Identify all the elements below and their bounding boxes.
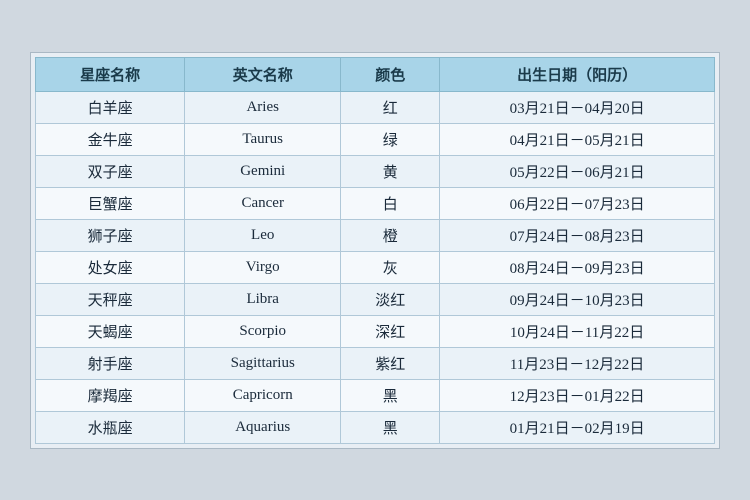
cell-english: Gemini — [185, 155, 341, 187]
cell-chinese: 天秤座 — [36, 283, 185, 315]
cell-color: 黄 — [341, 155, 440, 187]
cell-english: Cancer — [185, 187, 341, 219]
cell-color: 白 — [341, 187, 440, 219]
cell-dates: 11月23日－12月22日 — [440, 347, 715, 379]
cell-dates: 10月24日－11月22日 — [440, 315, 715, 347]
cell-chinese: 摩羯座 — [36, 379, 185, 411]
cell-chinese: 射手座 — [36, 347, 185, 379]
cell-dates: 05月22日－06月21日 — [440, 155, 715, 187]
cell-color: 黑 — [341, 411, 440, 443]
cell-dates: 07月24日－08月23日 — [440, 219, 715, 251]
table-row: 水瓶座Aquarius黑01月21日－02月19日 — [36, 411, 715, 443]
table-row: 天秤座Libra淡红09月24日－10月23日 — [36, 283, 715, 315]
header-english: 英文名称 — [185, 57, 341, 91]
cell-chinese: 双子座 — [36, 155, 185, 187]
cell-english: Aries — [185, 91, 341, 123]
cell-chinese: 狮子座 — [36, 219, 185, 251]
table-header-row: 星座名称 英文名称 颜色 出生日期（阳历） — [36, 57, 715, 91]
cell-color: 淡红 — [341, 283, 440, 315]
header-dates: 出生日期（阳历） — [440, 57, 715, 91]
cell-dates: 06月22日－07月23日 — [440, 187, 715, 219]
table-row: 天蝎座Scorpio深红10月24日－11月22日 — [36, 315, 715, 347]
table-row: 摩羯座Capricorn黑12月23日－01月22日 — [36, 379, 715, 411]
cell-english: Sagittarius — [185, 347, 341, 379]
cell-english: Leo — [185, 219, 341, 251]
table-row: 射手座Sagittarius紫红11月23日－12月22日 — [36, 347, 715, 379]
cell-dates: 12月23日－01月22日 — [440, 379, 715, 411]
cell-chinese: 水瓶座 — [36, 411, 185, 443]
cell-english: Scorpio — [185, 315, 341, 347]
cell-color: 红 — [341, 91, 440, 123]
cell-english: Capricorn — [185, 379, 341, 411]
cell-dates: 09月24日－10月23日 — [440, 283, 715, 315]
header-chinese: 星座名称 — [36, 57, 185, 91]
cell-color: 灰 — [341, 251, 440, 283]
table-body: 白羊座Aries红03月21日－04月20日金牛座Taurus绿04月21日－0… — [36, 91, 715, 443]
table-row: 狮子座Leo橙07月24日－08月23日 — [36, 219, 715, 251]
table-row: 金牛座Taurus绿04月21日－05月21日 — [36, 123, 715, 155]
cell-chinese: 巨蟹座 — [36, 187, 185, 219]
table-row: 巨蟹座Cancer白06月22日－07月23日 — [36, 187, 715, 219]
cell-color: 深红 — [341, 315, 440, 347]
cell-chinese: 金牛座 — [36, 123, 185, 155]
cell-english: Aquarius — [185, 411, 341, 443]
cell-color: 紫红 — [341, 347, 440, 379]
cell-color: 黑 — [341, 379, 440, 411]
cell-chinese: 处女座 — [36, 251, 185, 283]
cell-chinese: 白羊座 — [36, 91, 185, 123]
cell-dates: 03月21日－04月20日 — [440, 91, 715, 123]
header-color: 颜色 — [341, 57, 440, 91]
table-row: 白羊座Aries红03月21日－04月20日 — [36, 91, 715, 123]
cell-english: Virgo — [185, 251, 341, 283]
zodiac-table: 星座名称 英文名称 颜色 出生日期（阳历） 白羊座Aries红03月21日－04… — [35, 57, 715, 444]
cell-english: Taurus — [185, 123, 341, 155]
table-row: 双子座Gemini黄05月22日－06月21日 — [36, 155, 715, 187]
cell-color: 绿 — [341, 123, 440, 155]
cell-chinese: 天蝎座 — [36, 315, 185, 347]
table-row: 处女座Virgo灰08月24日－09月23日 — [36, 251, 715, 283]
cell-dates: 01月21日－02月19日 — [440, 411, 715, 443]
cell-dates: 08月24日－09月23日 — [440, 251, 715, 283]
cell-dates: 04月21日－05月21日 — [440, 123, 715, 155]
zodiac-table-container: 星座名称 英文名称 颜色 出生日期（阳历） 白羊座Aries红03月21日－04… — [30, 52, 720, 449]
cell-english: Libra — [185, 283, 341, 315]
cell-color: 橙 — [341, 219, 440, 251]
